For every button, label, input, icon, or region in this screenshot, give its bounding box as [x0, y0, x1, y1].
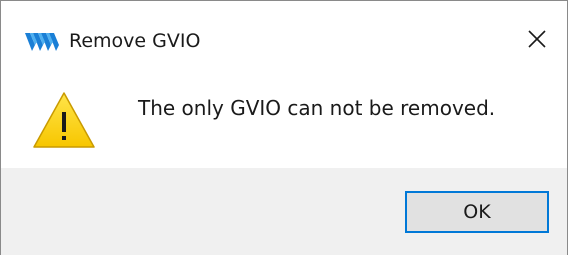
message-text: The only GVIO can not be removed.	[138, 96, 496, 120]
gowin-logo-icon	[23, 29, 63, 55]
title-bar[interactable]: Remove GVIO	[1, 1, 567, 79]
window-title: Remove GVIO	[69, 30, 201, 52]
button-bar: OK	[1, 168, 567, 255]
warning-icon	[31, 90, 97, 150]
ok-button[interactable]: OK	[405, 191, 549, 233]
close-button[interactable]	[515, 21, 559, 61]
close-icon	[526, 28, 548, 54]
remove-gvio-dialog: Remove GVIO The only GVIO can not be rem…	[0, 0, 568, 255]
message-area: The only GVIO can not be removed.	[1, 79, 567, 168]
